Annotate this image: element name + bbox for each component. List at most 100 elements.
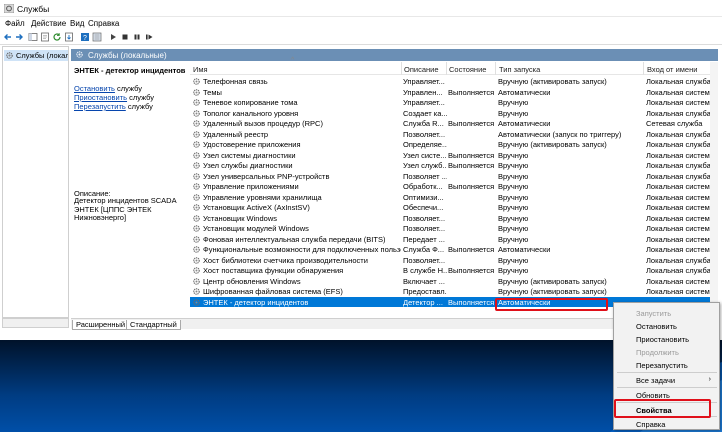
menu-file[interactable]: Файл: [5, 19, 25, 28]
table-row[interactable]: Хост библиотеки счетчика производительно…: [190, 255, 718, 266]
cell-name: Темы: [203, 87, 222, 97]
tab-extended[interactable]: Расширенный: [72, 320, 130, 330]
cell-description: Управляет...: [403, 77, 445, 86]
table-row[interactable]: Установщик модулей Windows Позволяет... Вр…: [190, 223, 718, 234]
cell-startup-type: Вручную (активировать запуск): [498, 287, 607, 296]
context-menu-continue[interactable]: Продолжить: [636, 348, 679, 357]
gear-icon: [193, 151, 200, 159]
cell-description: Позволяет...: [403, 129, 446, 139]
back-arrow-icon[interactable]: [3, 32, 13, 42]
table-row[interactable]: Шифрованная файловая система (EFS) Предос…: [190, 286, 718, 297]
table-row[interactable]: Установщик Windows Позволяет... Вручную Лок…: [190, 213, 718, 224]
properties-highlight: [614, 399, 711, 418]
gear-icon: [193, 183, 200, 190]
cell-logon: Сетевая служба: [646, 119, 703, 128]
console-tree-pane: Службы (локальные): [2, 46, 69, 318]
refresh-icon[interactable]: [52, 32, 62, 42]
context-menu-help[interactable]: Справка: [636, 420, 665, 429]
context-menu-restart[interactable]: Перезапустить: [636, 361, 688, 370]
export-list-icon[interactable]: [64, 32, 74, 42]
tree-item-services-local[interactable]: Службы (локальные): [4, 50, 68, 61]
menu-view[interactable]: Вид: [70, 19, 84, 28]
stop-service-icon[interactable]: [120, 32, 130, 42]
cell-startup-type: Вручную: [498, 182, 529, 191]
cell-logon: Локальная система: [646, 182, 714, 191]
column-divider[interactable]: [401, 62, 402, 75]
table-row[interactable]: Управление уровнями хранилища Оптимизи...…: [190, 192, 718, 203]
column-header-name[interactable]: Имя: [193, 65, 208, 74]
menu-help[interactable]: Справка: [88, 19, 119, 28]
cell-startup-type: Автоматически: [498, 245, 551, 254]
cell-startup-type: Вручную: [498, 213, 529, 223]
context-menu-pause[interactable]: Приостановить: [636, 335, 689, 344]
start-service-icon[interactable]: [108, 32, 118, 42]
restart-service-icon[interactable]: [144, 32, 154, 42]
column-divider[interactable]: [643, 62, 644, 75]
table-row[interactable]: Телефонная связь Управляет... Вручную (акт…: [190, 76, 718, 87]
cell-state: Выполняется: [448, 182, 495, 191]
cell-name: Теневое копирование тома: [203, 98, 298, 107]
description-text: Детектор инцидентов SCADA ЭНТЕК [ЦППС ЭН…: [74, 196, 177, 222]
table-row[interactable]: Функциональные возможности для подключен…: [190, 244, 718, 255]
services-table-header: Имя Описание Состояние Тип запуска Вход …: [190, 62, 718, 75]
table-row[interactable]: Удаленный вызов процедур (RPC) Служба R..…: [190, 118, 718, 129]
table-row[interactable]: Управление приложениями Обработк... Выполн…: [190, 181, 718, 192]
column-header-description[interactable]: Описание: [404, 65, 439, 74]
forward-arrow-icon[interactable]: [14, 32, 24, 42]
chevron-right-icon: ›: [708, 376, 711, 383]
tab-standard[interactable]: Стандартный: [126, 320, 181, 330]
context-menu-stop[interactable]: Остановить: [636, 322, 677, 331]
cell-startup-type: Вручную: [498, 203, 529, 212]
pause-service-icon[interactable]: [132, 32, 142, 42]
column-header-startup-type[interactable]: Тип запуска: [499, 65, 540, 74]
cell-name: Установщик Windows: [203, 213, 277, 223]
context-menu-start[interactable]: Запустить: [636, 309, 671, 318]
table-row[interactable]: Узел службы диагностики Узел служб... Выпо…: [190, 160, 718, 171]
cell-logon: Локальная служба: [646, 255, 711, 265]
table-vertical-scrollbar[interactable]: [710, 62, 718, 316]
context-menu-all-tasks[interactable]: Все задачи: [636, 376, 675, 385]
table-row[interactable]: Фоновая интеллектуальная служба передачи…: [190, 234, 718, 245]
cell-startup-type: Вручную: [498, 150, 529, 160]
help-icon[interactable]: ?: [80, 32, 90, 42]
table-row[interactable]: Хост поставщика функции обнаружения В слу…: [190, 265, 718, 276]
table-row[interactable]: Теневое копирование тома Управляет... Вруч…: [190, 97, 718, 108]
column-header-state[interactable]: Состояние: [449, 65, 486, 74]
properties-icon[interactable]: [40, 32, 50, 42]
console-tree-icon[interactable]: [28, 32, 38, 42]
gear-icon: [193, 120, 200, 127]
table-row[interactable]: Темы Управлен... Выполняется Автоматически Л…: [190, 87, 718, 98]
cell-description: Служба Ф...: [403, 245, 445, 254]
cell-logon: Локальная система: [646, 276, 714, 286]
table-row[interactable]: Узел универсальных PNP-устройств Позволяе…: [190, 171, 718, 182]
title-bar: Службы: [0, 0, 722, 17]
gear-icon: [193, 267, 200, 274]
menu-action[interactable]: Действие: [31, 19, 66, 28]
column-divider[interactable]: [495, 62, 496, 75]
table-row[interactable]: Удостоверение приложения Определяе... Вруч…: [190, 139, 718, 150]
cell-startup-type: Автоматически: [498, 119, 551, 128]
gear-icon: [193, 204, 200, 211]
snap-in-icon[interactable]: [92, 32, 102, 42]
table-row[interactable]: Тополог канального уровня Создает ка... Вр…: [190, 108, 718, 119]
table-row[interactable]: Установщик ActiveX (AxInstSV) Обеспечи...…: [190, 202, 718, 213]
table-row[interactable]: Удаленный реестр Позволяет... Автоматическ…: [190, 129, 718, 140]
cell-state: Выполняется: [448, 119, 495, 128]
cell-description: Обеспечи...: [403, 203, 444, 212]
column-header-logon[interactable]: Вход от имени: [647, 65, 697, 74]
restart-service-link[interactable]: Перезапустить: [74, 102, 126, 111]
cell-name: Узел системы диагностики: [203, 150, 296, 160]
cell-description: Управлен...: [403, 87, 443, 97]
table-row[interactable]: Узел системы диагностики Узел систе... Вып…: [190, 150, 718, 161]
stop-service-link[interactable]: Остановить: [74, 84, 115, 93]
cell-logon: Локальная система: [646, 98, 714, 107]
column-divider[interactable]: [446, 62, 447, 75]
pause-service-link[interactable]: Приостановить: [74, 93, 127, 102]
gear-icon: [193, 277, 200, 285]
tree-horizontal-scrollbar[interactable]: [2, 318, 69, 328]
gear-icon: [193, 246, 200, 253]
gear-icon: [193, 214, 200, 222]
menu-bar: Файл Действие Вид Справка: [0, 17, 722, 30]
cell-description: Обработк...: [403, 182, 443, 191]
table-row[interactable]: Центр обновления Windows Включает ... Вруч…: [190, 276, 718, 287]
